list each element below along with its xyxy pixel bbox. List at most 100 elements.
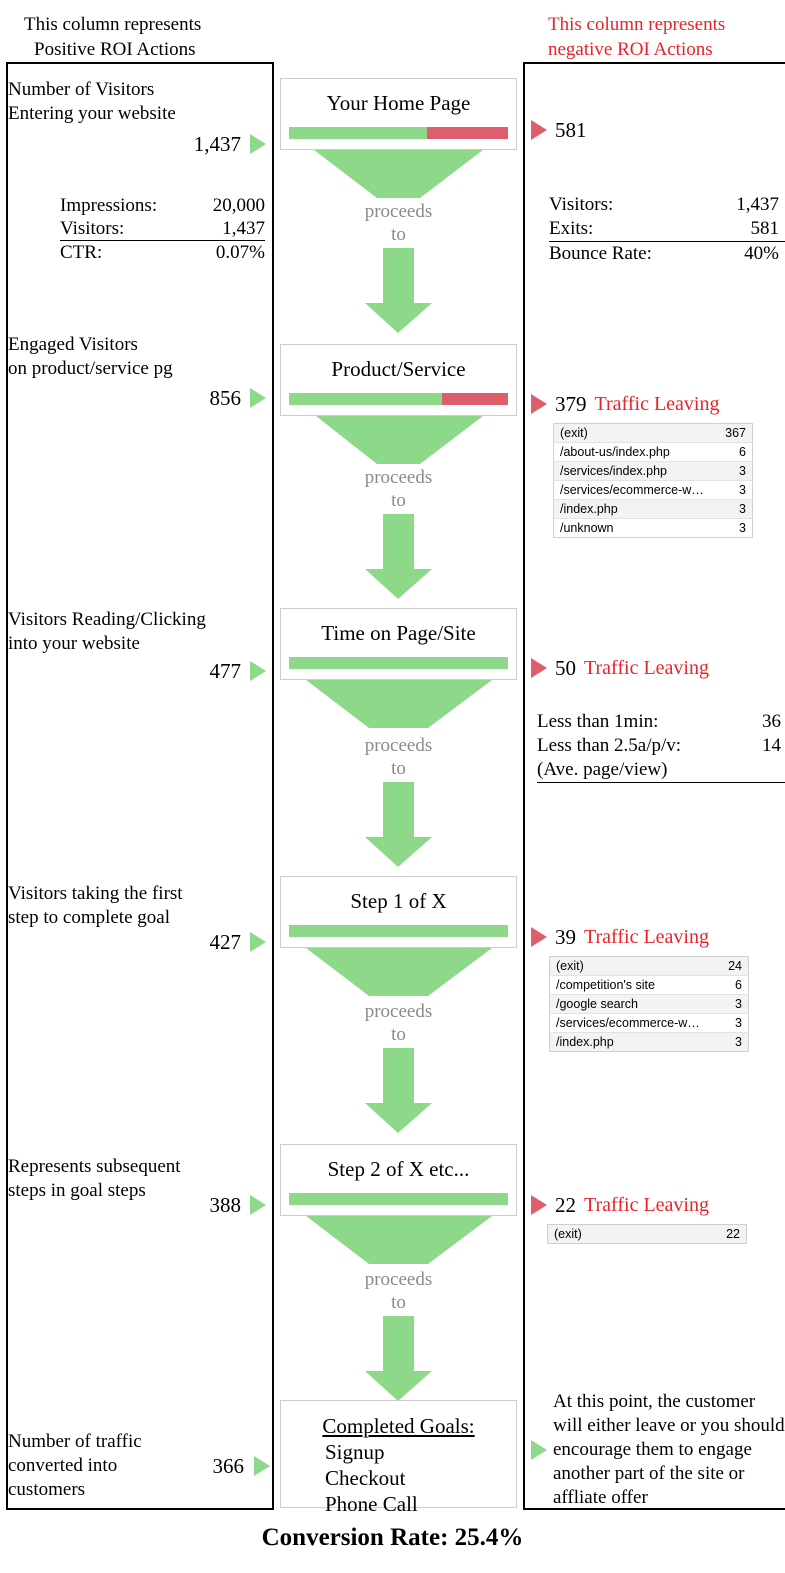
table-row: Visitors: 1,437 xyxy=(60,217,265,241)
funnel-taper-step-1 xyxy=(280,948,517,996)
time-on-page-stats-table: Less than 1min: 36 Less than 2.5a/p/v: 14 … xyxy=(537,710,785,783)
funnel-bar-home-page xyxy=(289,127,508,139)
completed-goals-heading: Completed Goals: xyxy=(322,1414,475,1438)
right-annotation-time-on-page: 50 Traffic Leaving xyxy=(531,656,781,680)
left-desc-line3: customers xyxy=(8,1479,86,1500)
left-desc-line2: step to complete goal xyxy=(8,907,170,928)
traffic-leaving-label: Traffic Leaving xyxy=(594,393,720,415)
arrow-right-green-icon xyxy=(250,1195,266,1215)
table-row: /index.php 3 xyxy=(549,1032,749,1052)
arrow-right-green-icon xyxy=(250,134,266,154)
funnel-box-home-page[interactable]: Your Home Page xyxy=(280,78,517,150)
left-desc-line1: Number of Visitors xyxy=(8,79,155,100)
funnel-bar-product-service xyxy=(289,393,508,405)
table-row: /services/ecommerce-w… 3 xyxy=(553,480,753,500)
left-annotation-time-on-page: Visitors Reading/Clicking into your webs… xyxy=(8,608,266,683)
right-value-step-2: 22 xyxy=(555,1193,576,1217)
left-column-border-top xyxy=(6,62,274,64)
left-value-row-step-2: 388 xyxy=(8,1193,266,1217)
table-row: (Ave. page/view) xyxy=(537,758,785,783)
table-row: (exit) 22 xyxy=(547,1224,747,1244)
left-column-border-bottom xyxy=(6,1508,274,1510)
arrow-right-red-icon xyxy=(531,120,547,140)
exit-pages-table-step-2[interactable]: (exit) 22 xyxy=(547,1224,747,1244)
left-value-goals: 366 xyxy=(212,1454,245,1478)
right-column-header: This column represents negative ROI Acti… xyxy=(548,12,785,62)
table-row: /about-us/index.php 6 xyxy=(553,442,753,462)
bar-segment-positive xyxy=(289,1193,508,1205)
left-annotation-product-service: Engaged Visitors on product/service pg 8… xyxy=(8,333,266,410)
exit-pages-table-product-service[interactable]: (exit) 367 /about-us/index.php 6 /services… xyxy=(553,423,753,538)
bar-segment-positive xyxy=(289,925,508,937)
arrow-right-green-icon xyxy=(250,388,266,408)
funnel-box-product-service[interactable]: Product/Service xyxy=(280,344,517,416)
right-note-goals: At this point, the customer will either … xyxy=(553,1391,785,1508)
arrow-right-red-icon xyxy=(531,1195,547,1215)
left-value-home-page: 1,437 xyxy=(193,132,241,156)
funnel-arrow-5 xyxy=(280,1316,517,1401)
right-annotation-home-page: 581 xyxy=(531,118,781,142)
proceeds-label-2: proceeds to xyxy=(364,467,433,511)
right-annotation-product-service: 379 Traffic Leaving (exit) 367 /about-us/… xyxy=(531,392,781,538)
table-row: Bounce Rate: 40% xyxy=(549,243,779,264)
left-desc-line1: Number of traffic xyxy=(8,1431,142,1452)
bar-segment-positive xyxy=(289,657,508,669)
bounce-rate-stats-table: Visitors: 1,437 Exits: 581 Bounce Rate: 40% xyxy=(549,193,785,266)
table-row: Impressions: 20,000 xyxy=(60,195,265,216)
left-desc-line2: converted into xyxy=(8,1455,118,1476)
left-column-header-line1: This column represents xyxy=(24,14,202,35)
right-value-home-page: 581 xyxy=(555,118,587,142)
table-row: /unknown 3 xyxy=(560,521,746,535)
goal-item-phone-call: Phone Call xyxy=(325,1492,418,1516)
right-column-border-top xyxy=(523,62,785,64)
funnel-arrow-4 xyxy=(280,1048,517,1133)
goal-item-checkout: Checkout xyxy=(325,1466,406,1490)
arrow-right-red-icon xyxy=(531,927,547,947)
table-row: (exit) 24 xyxy=(549,956,749,976)
table-row: /services/ecommerce-w… 3 xyxy=(549,1013,749,1033)
table-row: Less than 2.5a/p/v: 14 xyxy=(537,735,781,756)
funnel-taper-product-service xyxy=(280,416,517,464)
right-value-time-on-page: 50 xyxy=(555,656,576,680)
left-annotation-goals: Number of traffic converted into custome… xyxy=(8,1430,270,1502)
left-desc-line2: into your website xyxy=(8,633,140,654)
funnel-box-step-1[interactable]: Step 1 of X xyxy=(280,876,517,948)
exit-pages-table-step-1[interactable]: (exit) 24 /competition's site 6 /google se… xyxy=(549,956,749,1052)
left-column-border-outer xyxy=(6,62,8,1510)
right-column-border-inner xyxy=(523,62,525,1510)
funnel-bar-step-1 xyxy=(289,925,508,937)
funnel-taper-step-2 xyxy=(280,1216,517,1264)
funnel-box-time-on-page[interactable]: Time on Page/Site xyxy=(280,608,517,680)
bar-segment-positive xyxy=(289,127,427,139)
funnel-box-step-2[interactable]: Step 2 of X etc... xyxy=(280,1144,517,1216)
table-row: CTR: 0.07% xyxy=(60,242,265,263)
left-value-time-on-page: 477 xyxy=(209,659,242,683)
left-desc-line1: Represents subsequent xyxy=(8,1156,181,1177)
table-row: Visitors: 1,437 xyxy=(549,194,779,215)
left-desc-line2: Entering your website xyxy=(8,103,176,124)
left-desc-line1: Engaged Visitors xyxy=(8,334,138,355)
right-column-header-line2: negative ROI Actions xyxy=(548,39,713,60)
bar-segment-positive xyxy=(289,393,443,405)
funnel-box-title: Product/Service xyxy=(331,357,466,381)
left-desc-goals: Number of traffic converted into custome… xyxy=(8,1430,203,1502)
right-column-header-line1: This column represents xyxy=(548,14,726,35)
left-desc-line1: Visitors Reading/Clicking xyxy=(8,609,206,630)
impressions-stats-table: Impressions: 20,000 Visitors: 1,437 CTR: 0.… xyxy=(60,194,265,264)
funnel-arrow-1 xyxy=(280,248,517,333)
funnel-arrow-3 xyxy=(280,782,517,867)
funnel-taper-time-on-page xyxy=(280,680,517,728)
proceeds-label-1: proceeds to xyxy=(364,201,433,245)
arrow-right-red-icon xyxy=(531,658,547,678)
table-row: /competition's site 6 xyxy=(549,975,749,995)
proceeds-label-3: proceeds to xyxy=(364,735,433,779)
funnel-box-title: Step 1 of X xyxy=(350,889,447,913)
funnel-arrow-2 xyxy=(280,514,517,599)
left-desc-line2: on product/service pg xyxy=(8,358,173,379)
completed-goals-box[interactable]: Completed Goals: Signup Checkout Phone C… xyxy=(280,1400,517,1516)
goal-item-signup: Signup xyxy=(325,1440,385,1464)
right-annotation-step-2: 22 Traffic Leaving (exit) 22 xyxy=(531,1193,781,1244)
left-column-border-inner xyxy=(272,62,274,1510)
proceeds-label-4: proceeds to xyxy=(364,1001,433,1045)
bar-segment-negative xyxy=(426,127,508,139)
